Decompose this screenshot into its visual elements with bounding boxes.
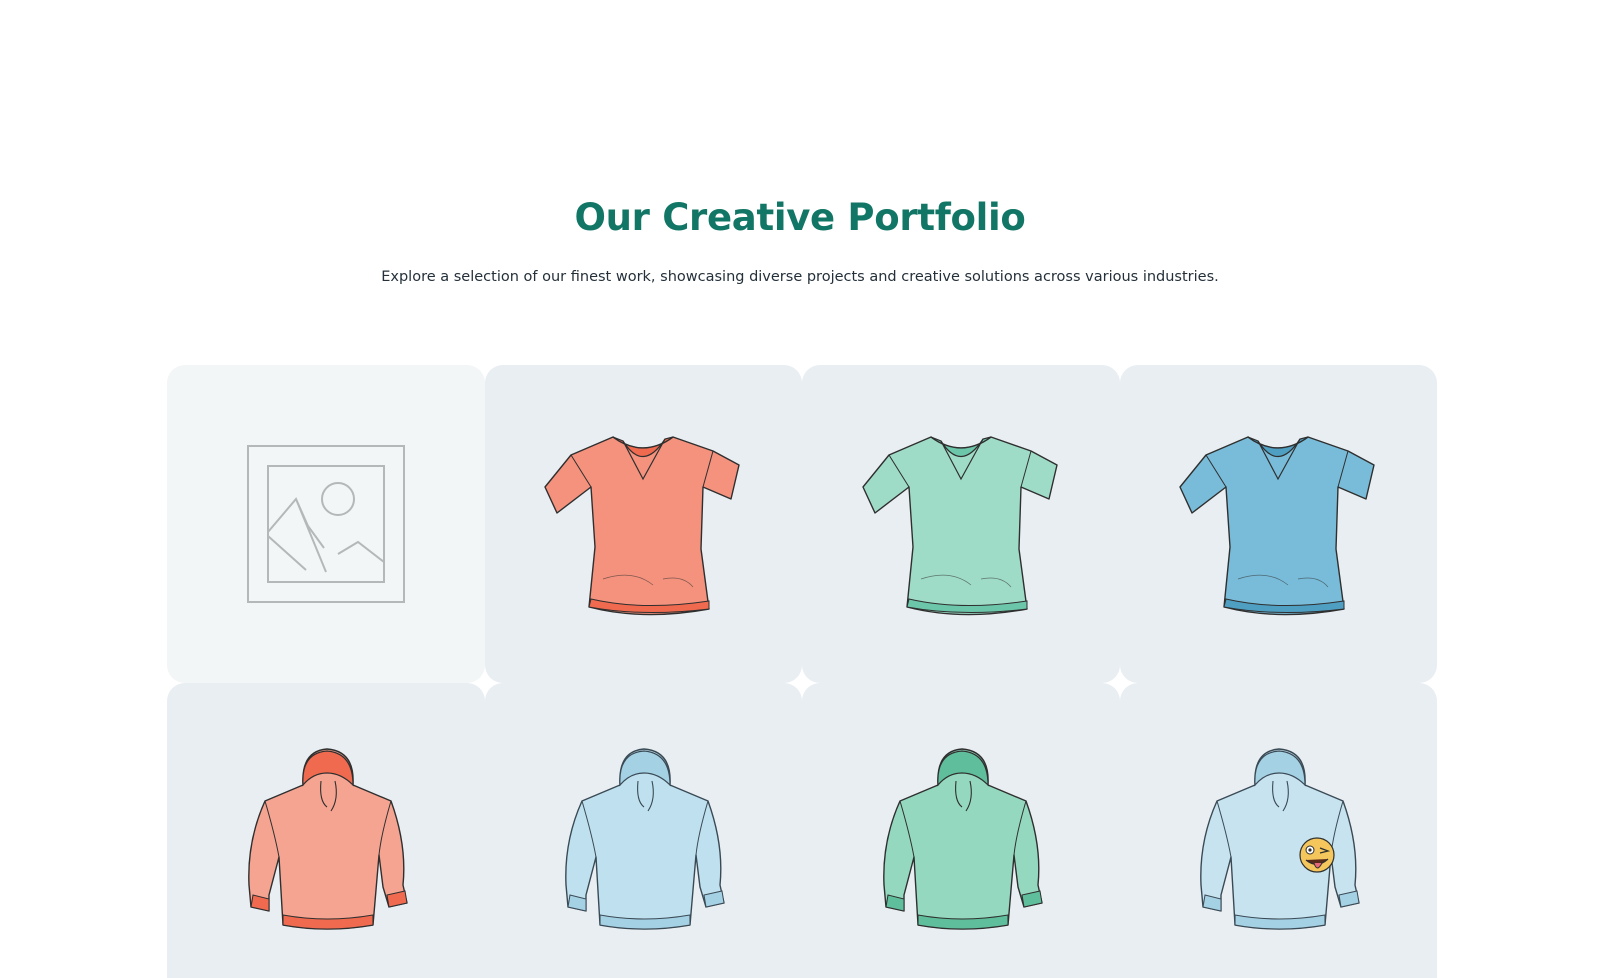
emoji-icon xyxy=(1299,837,1335,873)
portfolio-page: Our Creative Portfolio Explore a selecti… xyxy=(0,0,1600,978)
hoodie-image xyxy=(558,745,728,935)
portfolio-item-7[interactable] xyxy=(802,683,1120,978)
portfolio-item-4[interactable] xyxy=(1119,365,1437,683)
portfolio-item-1[interactable] xyxy=(167,365,485,683)
page-subtitle: Explore a selection of our finest work, … xyxy=(381,269,1219,285)
hoodie-image xyxy=(241,745,411,935)
page-title: Our Creative Portfolio xyxy=(574,196,1026,239)
tshirt-image xyxy=(543,429,743,619)
hoodie-image xyxy=(1193,745,1363,935)
hoodie-image xyxy=(876,745,1046,935)
portfolio-item-8[interactable] xyxy=(1119,683,1437,978)
tshirt-image xyxy=(861,429,1061,619)
tshirt-image xyxy=(1178,429,1378,619)
portfolio-grid xyxy=(167,365,1437,978)
portfolio-item-3[interactable] xyxy=(802,365,1120,683)
portfolio-item-6[interactable] xyxy=(484,683,802,978)
image-placeholder-icon xyxy=(246,444,406,604)
portfolio-item-5[interactable] xyxy=(167,683,485,978)
portfolio-item-2[interactable] xyxy=(484,365,802,683)
